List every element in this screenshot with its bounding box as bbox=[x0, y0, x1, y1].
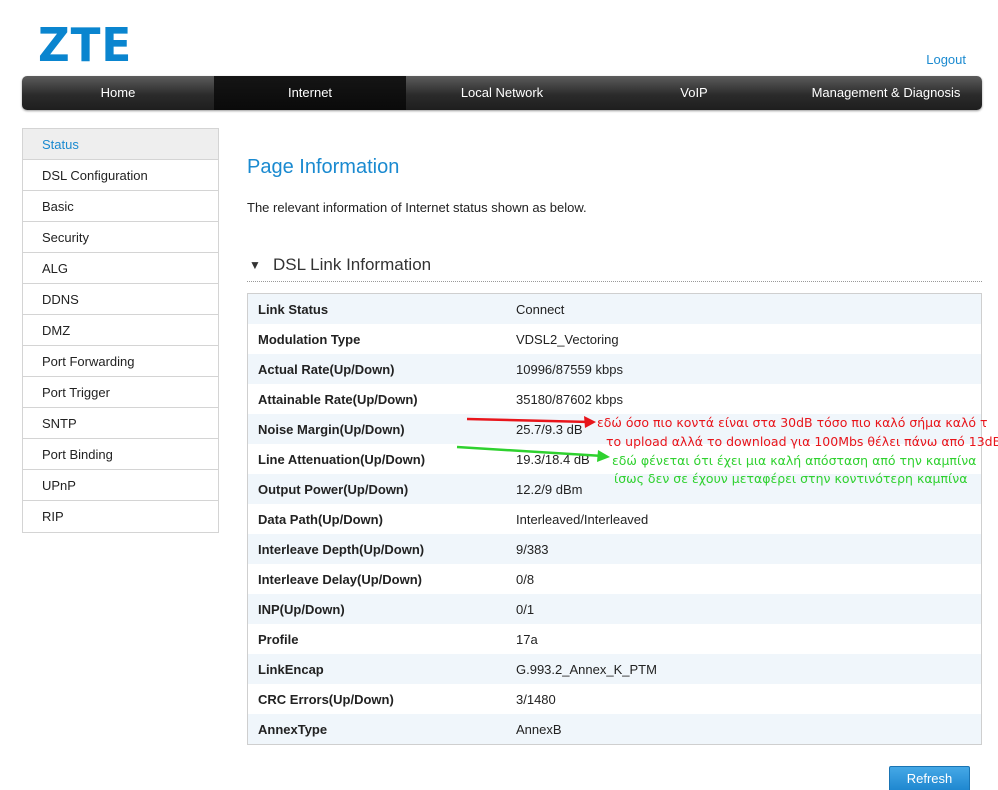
row-value: 10996/87559 kbps bbox=[516, 361, 623, 377]
collapse-arrow-icon[interactable]: ▼ bbox=[249, 258, 261, 272]
logout-link[interactable]: Logout bbox=[926, 52, 966, 67]
row-label: AnnexType bbox=[258, 721, 328, 737]
dsl-info-table: Link Status Connect Modulation Type VDSL2_… bbox=[247, 293, 982, 745]
sidebar-item-security[interactable]: Security bbox=[23, 222, 218, 253]
row-label: Modulation Type bbox=[258, 331, 361, 347]
row-value: 0/1 bbox=[516, 601, 535, 617]
table-row: Data Path(Up/Down) Interleaved/Interleave… bbox=[248, 504, 981, 534]
zte-logo: ZTE bbox=[38, 18, 133, 72]
green-annotation-line-1: εδώ φένεται ότι έχει μια καλή απόσταση α… bbox=[612, 453, 977, 468]
row-label: CRC Errors(Up/Down) bbox=[258, 691, 394, 707]
table-row: LinkEncap G.993.2_Annex_K_PTM bbox=[248, 654, 981, 684]
sidebar-item-port-trigger[interactable]: Port Trigger bbox=[23, 377, 218, 408]
row-label: Interleave Delay(Up/Down) bbox=[258, 571, 422, 587]
table-row: Attainable Rate(Up/Down) 35180/87602 kbps bbox=[248, 384, 981, 414]
row-label: Line Attenuation(Up/Down) bbox=[258, 451, 426, 467]
row-value: 12.2/9 dBm bbox=[516, 481, 583, 497]
sidebar-item-alg[interactable]: ALG bbox=[23, 253, 218, 284]
table-row: Link Status Connect bbox=[248, 294, 981, 324]
sidebar-item-rip[interactable]: RIP bbox=[23, 501, 218, 532]
row-value: VDSL2_Vectoring bbox=[516, 331, 619, 347]
table-row: INP(Up/Down) 0/1 bbox=[248, 594, 981, 624]
row-label: Actual Rate(Up/Down) bbox=[258, 361, 395, 377]
page-title: Page Information bbox=[247, 156, 400, 178]
row-value: Interleaved/Interleaved bbox=[516, 511, 649, 527]
sidebar-item-port-forwarding[interactable]: Port Forwarding bbox=[23, 346, 218, 377]
row-label: INP(Up/Down) bbox=[258, 601, 345, 617]
row-value: G.993.2_Annex_K_PTM bbox=[516, 661, 657, 677]
sidebar-item-dsl-configuration[interactable]: DSL Configuration bbox=[23, 160, 218, 191]
table-row: Modulation Type VDSL2_Vectoring bbox=[248, 324, 981, 354]
row-label: LinkEncap bbox=[258, 661, 324, 677]
sidebar: Status DSL Configuration Basic Security … bbox=[22, 128, 219, 533]
row-label: Profile bbox=[258, 631, 299, 647]
page-description: The relevant information of Internet sta… bbox=[247, 200, 587, 215]
nav-voip[interactable]: VoIP bbox=[598, 76, 790, 110]
sidebar-item-sntp[interactable]: SNTP bbox=[23, 408, 218, 439]
sidebar-item-basic[interactable]: Basic bbox=[23, 191, 218, 222]
green-annotation-line-2: ίσως δεν σε έχουν μεταφέρει στην κοντινό… bbox=[614, 471, 968, 486]
row-value: AnnexB bbox=[516, 721, 562, 737]
row-label: Output Power(Up/Down) bbox=[258, 481, 409, 497]
table-row: AnnexType AnnexB bbox=[248, 714, 981, 744]
nav-internet[interactable]: Internet bbox=[214, 76, 406, 110]
row-value: 9/383 bbox=[516, 541, 549, 557]
main-nav: Home Internet Local Network VoIP Managem… bbox=[22, 76, 982, 110]
row-label: Interleave Depth(Up/Down) bbox=[258, 541, 425, 557]
row-label: Attainable Rate(Up/Down) bbox=[258, 391, 418, 407]
sidebar-item-ddns[interactable]: DDNS bbox=[23, 284, 218, 315]
table-row: Interleave Delay(Up/Down) 0/8 bbox=[248, 564, 981, 594]
red-annotation-line-2: το upload αλλά το download για 100Mbs θέ… bbox=[606, 434, 998, 449]
refresh-button[interactable]: Refresh bbox=[889, 766, 970, 790]
table-row: Actual Rate(Up/Down) 10996/87559 kbps bbox=[248, 354, 981, 384]
nav-management-diagnosis[interactable]: Management & Diagnosis bbox=[790, 76, 982, 110]
row-value: 35180/87602 kbps bbox=[516, 391, 623, 407]
table-row: CRC Errors(Up/Down) 3/1480 bbox=[248, 684, 981, 714]
red-annotation-line-1: εδώ όσο πιο κοντά είναι στα 30dB τόσο πι… bbox=[597, 415, 988, 430]
section-title: DSL Link Information bbox=[273, 255, 432, 274]
row-value: 17a bbox=[516, 631, 538, 647]
table-row: Profile 17a bbox=[248, 624, 981, 654]
nav-local-network[interactable]: Local Network bbox=[406, 76, 598, 110]
row-value: 3/1480 bbox=[516, 691, 556, 707]
sidebar-item-dmz[interactable]: DMZ bbox=[23, 315, 218, 346]
row-value: 19.3/18.4 dB bbox=[516, 451, 590, 467]
nav-home[interactable]: Home bbox=[22, 76, 214, 110]
table-row: Interleave Depth(Up/Down) 9/383 bbox=[248, 534, 981, 564]
row-value: Connect bbox=[516, 301, 565, 317]
sidebar-item-status[interactable]: Status bbox=[23, 129, 218, 160]
sidebar-item-upnp[interactable]: UPnP bbox=[23, 470, 218, 501]
row-value: 0/8 bbox=[516, 571, 535, 587]
row-label: Noise Margin(Up/Down) bbox=[258, 421, 405, 437]
row-value: 25.7/9.3 dB bbox=[516, 421, 583, 437]
sidebar-item-port-binding[interactable]: Port Binding bbox=[23, 439, 218, 470]
row-label: Link Status bbox=[258, 301, 329, 317]
row-label: Data Path(Up/Down) bbox=[258, 511, 383, 527]
dsl-link-section-header[interactable]: ▼ DSL Link Information bbox=[247, 254, 982, 282]
